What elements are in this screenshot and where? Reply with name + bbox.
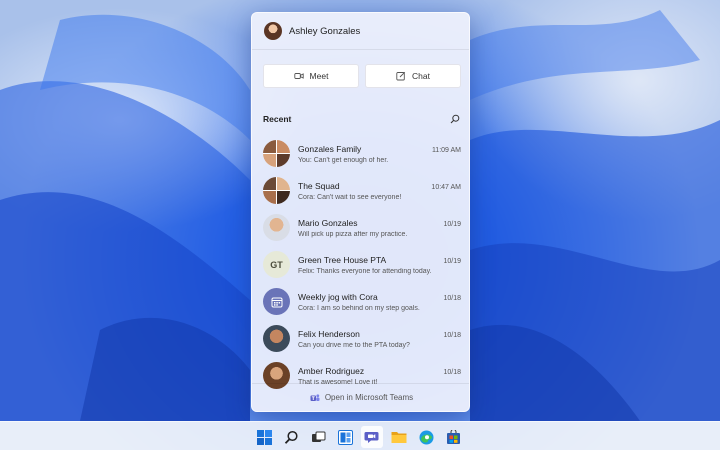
widgets-icon [337, 429, 353, 445]
widgets-button[interactable] [334, 426, 356, 448]
user-name: Ashley Gonzales [289, 25, 361, 37]
conversation-name: Gonzales Family [298, 143, 362, 154]
conversation-preview: Cora: Can't wait to see everyone! [298, 193, 402, 201]
start-button[interactable] [253, 426, 275, 448]
teams-icon [310, 393, 320, 401]
group-avatar [263, 140, 290, 167]
conversation-name: Felix Henderson [298, 328, 360, 339]
store-icon [446, 429, 460, 444]
flyout-header: Ashley Gonzales [252, 13, 469, 50]
user-avatar[interactable] [264, 22, 282, 40]
conversation-item[interactable]: The Squad 10:47 AM Cora: Can't wait to s… [252, 172, 469, 209]
conversation-name: The Squad [298, 180, 340, 191]
task-view-icon [311, 431, 325, 442]
conversation-list: Gonzales Family 11:09 AM You: Can't get … [252, 135, 469, 394]
recent-label: Recent [263, 114, 292, 124]
chat-flyout: Ashley Gonzales Meet Chat Recent Gonzale… [251, 12, 470, 412]
conversation-preview: Felix: Thanks everyone for attending tod… [298, 267, 432, 275]
conversation-time: 10:47 AM [431, 183, 461, 191]
meet-button[interactable]: Meet [263, 64, 359, 88]
meeting-avatar [263, 288, 290, 315]
contact-avatar [263, 325, 290, 352]
taskbar [0, 421, 720, 450]
chat-icon [364, 432, 379, 443]
conversation-name: Weekly jog with Cora [298, 291, 378, 302]
conversation-time: 11:09 AM [431, 146, 461, 154]
conversation-name: Green Tree House PTA [298, 254, 387, 265]
initials-avatar: GT [263, 251, 290, 278]
contact-avatar [263, 214, 290, 241]
conversation-name: Amber Rodriguez [298, 365, 365, 376]
chat-button-label: Chat [412, 71, 430, 81]
conversation-item[interactable]: Gonzales Family 11:09 AM You: Can't get … [252, 135, 469, 172]
recent-header: Recent [263, 114, 460, 124]
open-in-teams-label: Open in Microsoft Teams [324, 393, 414, 402]
conversation-time: 10/18 [443, 294, 461, 302]
video-camera-icon [293, 73, 304, 79]
open-in-teams-link[interactable]: Open in Microsoft Teams [252, 383, 469, 411]
conversation-time: 10/19 [443, 220, 461, 228]
conversation-item[interactable]: Mario Gonzales 10/19 Will pick up pizza … [252, 209, 469, 246]
chat-taskbar-button[interactable] [361, 426, 383, 448]
chat-button[interactable]: Chat [365, 64, 461, 88]
conversation-time: 10/18 [443, 368, 461, 376]
conversation-time: 10/19 [443, 257, 461, 265]
meet-button-label: Meet [309, 71, 329, 81]
edge-icon [419, 430, 433, 444]
search-icon[interactable] [450, 114, 460, 124]
edge-browser-button[interactable] [415, 426, 437, 448]
conversation-preview: Cora: I am so behind on my step goals. [298, 304, 420, 312]
file-explorer-button[interactable] [388, 426, 410, 448]
compose-icon [396, 71, 406, 81]
taskbar-search-button[interactable] [280, 426, 302, 448]
task-view-button[interactable] [307, 426, 329, 448]
conversation-preview: Will pick up pizza after my practice. [298, 230, 408, 238]
conversation-item[interactable]: Felix Henderson 10/18 Can you drive me t… [252, 320, 469, 357]
conversation-time: 10/18 [443, 331, 461, 339]
conversation-preview: You: Can't get enough of her. [298, 156, 389, 164]
search-icon [284, 430, 298, 444]
calendar-icon [271, 297, 282, 307]
group-avatar [263, 177, 290, 204]
conversation-item[interactable]: Weekly jog with Cora 10/18 Cora: I am so… [252, 283, 469, 320]
conversation-name: Mario Gonzales [298, 217, 358, 228]
windows-logo-icon [256, 429, 272, 445]
conversation-preview: Can you drive me to the PTA today? [298, 341, 410, 349]
conversation-item[interactable]: GT Green Tree House PTA 10/19 Felix: Tha… [252, 246, 469, 283]
folder-icon [391, 432, 407, 443]
microsoft-store-button[interactable] [442, 426, 464, 448]
action-buttons: Meet Chat [263, 64, 461, 88]
